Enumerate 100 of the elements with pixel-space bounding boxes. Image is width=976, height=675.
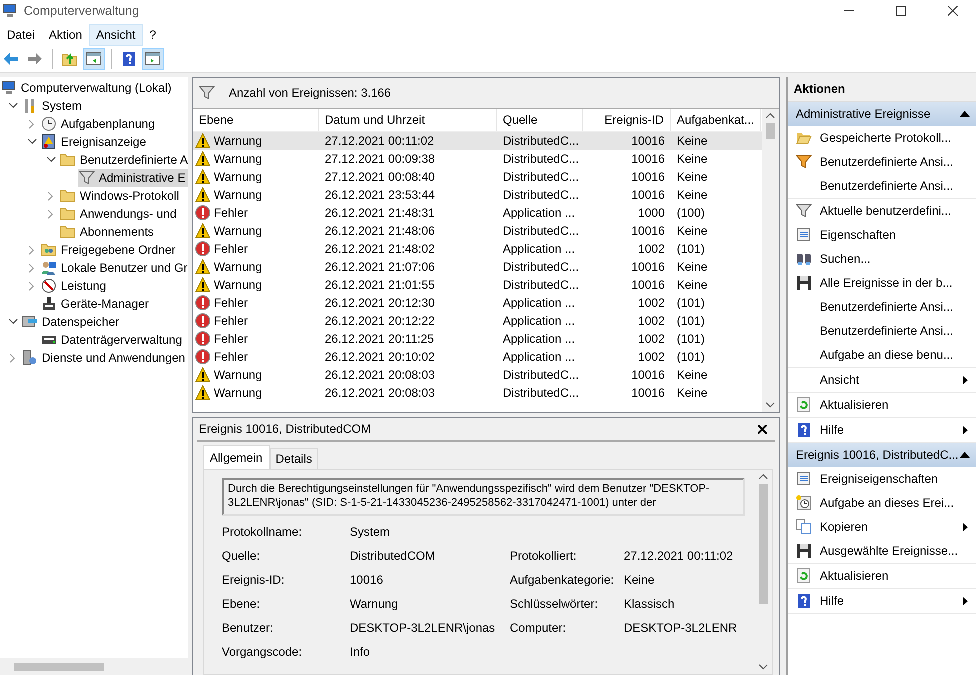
action-item[interactable]: Ausgewählte Ereignisse...: [788, 539, 976, 563]
event-row[interactable]: Warnung 27.12.2021 00:11:02 DistributedC... 10016 Keine: [193, 132, 762, 150]
event-row[interactable]: Warnung 26.12.2021 20:08:03 DistributedC... 10016 Keine: [193, 366, 762, 384]
chevron-right-icon[interactable]: [48, 192, 54, 200]
tree-item[interactable]: System: [21, 97, 86, 115]
event-row[interactable]: Warnung 27.12.2021 00:08:40 DistributedC... 10016 Keine: [193, 168, 762, 186]
event-row[interactable]: Fehler 26.12.2021 21:48:02 Application ... 1002 (101): [193, 240, 762, 258]
tree-item[interactable]: Windows-Protokoll: [59, 187, 182, 205]
menu-item[interactable]: ?: [142, 24, 164, 46]
chevron-right-icon[interactable]: [29, 282, 35, 290]
action-item[interactable]: Alle Ereignisse in der b...: [788, 271, 976, 295]
action-item[interactable]: Benutzerdefinierte Ansi...: [788, 174, 976, 198]
event-row[interactable]: Warnung 27.12.2021 00:09:38 DistributedC... 10016 Keine: [193, 150, 762, 168]
event-row[interactable]: Fehler 26.12.2021 20:12:30 Application ... 1002 (101): [193, 294, 762, 312]
action-item[interactable]: Kopieren: [788, 515, 976, 539]
tree-item[interactable]: Ereignisanzeige: [40, 133, 150, 151]
folder-icon: [60, 188, 76, 204]
pane-button[interactable]: [83, 48, 105, 70]
chevron-right-icon[interactable]: [29, 264, 35, 272]
tree-item[interactable]: Geräte-Manager: [40, 295, 152, 313]
event-row[interactable]: Warnung 26.12.2021 23:53:44 DistributedC... 10016 Keine: [193, 186, 762, 204]
chevron-right-icon[interactable]: [48, 210, 54, 218]
tree-item[interactable]: Anwendungs- und: [59, 205, 180, 223]
action-item[interactable]: Benutzerdefinierte Ansi...: [788, 319, 976, 343]
tree-item[interactable]: Computerverwaltung (Lokal): [0, 79, 175, 97]
section-header[interactable]: Ereignis 10016, DistributedC...: [788, 443, 976, 467]
table-cell: 10016: [632, 152, 665, 166]
chevron-right-icon[interactable]: [10, 354, 16, 362]
event-row[interactable]: Warnung 26.12.2021 21:07:06 DistributedC... 10016 Keine: [193, 258, 762, 276]
action-item[interactable]: Ereigniseigenschaften: [788, 467, 976, 491]
scroll-down-icon[interactable]: [759, 664, 768, 670]
action-item[interactable]: Hilfe: [788, 418, 976, 442]
action-item[interactable]: Suchen...: [788, 247, 976, 271]
action-item[interactable]: Aktualisieren: [788, 393, 976, 417]
tree-item[interactable]: Datenträgerverwaltung: [40, 331, 186, 349]
menu-item[interactable]: Aktion: [42, 24, 90, 46]
tab[interactable]: Details: [270, 448, 318, 469]
scroll-thumb[interactable]: [14, 662, 104, 670]
event-row[interactable]: Fehler 26.12.2021 20:12:22 Application ... 1002 (101): [193, 312, 762, 330]
chevron-down-icon[interactable]: [8, 103, 18, 109]
event-row[interactable]: Warnung 26.12.2021 21:01:55 DistributedC... 10016 Keine: [193, 276, 762, 294]
tree-item[interactable]: Dienste und Anwendungen: [21, 349, 188, 367]
event-row[interactable]: Warnung 26.12.2021 21:48:06 DistributedC... 10016 Keine: [193, 222, 762, 240]
column-header[interactable]: Datum und Uhrzeit: [319, 109, 497, 131]
table-cell: 10016: [632, 386, 665, 400]
chevron-down-icon[interactable]: [28, 139, 36, 145]
collapse-icon[interactable]: [960, 111, 970, 117]
app-icon: [2, 3, 18, 19]
tree-item[interactable]: Aufgabenplanung: [40, 115, 158, 133]
field-value: 10016: [350, 573, 384, 587]
action-item[interactable]: Aufgabe an diese benu...: [788, 343, 976, 367]
tree-item[interactable]: Datenspeicher: [21, 313, 122, 331]
funnel-icon: [199, 85, 215, 101]
event-row[interactable]: Fehler 26.12.2021 20:11:25 Application ... 1002 (101): [193, 330, 762, 348]
action-item[interactable]: Gespeicherte Protokoll...: [788, 126, 976, 150]
vertical-scrollbar[interactable]: [762, 109, 779, 412]
chevron-right-icon[interactable]: [29, 120, 35, 128]
action-item[interactable]: Aktualisieren: [788, 564, 976, 588]
field-label: Schlüsselwörter:: [510, 597, 600, 611]
tree-item[interactable]: Abonnements: [59, 223, 158, 241]
scroll-down-icon[interactable]: [766, 402, 775, 408]
event-row[interactable]: Fehler 26.12.2021 21:48:31 Application ... 1000 (100): [193, 204, 762, 222]
event-row[interactable]: Warnung 26.12.2021 20:08:03 DistributedC... 10016 Keine: [193, 384, 762, 402]
tree-item[interactable]: Lokale Benutzer und Gr: [40, 259, 188, 277]
action-item[interactable]: Aufgabe an dieses Erei...: [788, 491, 976, 515]
table-cell: (101): [677, 314, 706, 328]
tree-item[interactable]: Freigegebene Ordner: [40, 241, 179, 259]
refresh-icon: [796, 397, 812, 413]
tree-item[interactable]: Benutzerdefinierte A: [59, 151, 188, 169]
horizontal-scrollbar[interactable]: [0, 658, 188, 675]
users-icon: [41, 260, 57, 276]
scroll-thumb[interactable]: [759, 484, 768, 604]
field-value: DESKTOP-3L2LENR: [624, 621, 738, 635]
chevron-right-icon[interactable]: [29, 246, 35, 254]
close-icon[interactable]: [758, 424, 767, 434]
menu-item[interactable]: Datei: [0, 24, 42, 46]
column-header[interactable]: Ereignis-ID: [583, 109, 671, 131]
section-header[interactable]: Administrative Ereignisse: [788, 102, 976, 126]
table-cell: Warnung: [214, 386, 262, 400]
scroll-up-icon[interactable]: [766, 113, 775, 119]
menu-item[interactable]: Ansicht: [89, 24, 143, 46]
chevron-down-icon[interactable]: [8, 319, 18, 325]
action-item[interactable]: Ansicht: [788, 368, 976, 392]
tree-item[interactable]: Administrative E: [78, 169, 188, 187]
action-item[interactable]: Aktuelle benutzerdefini...: [788, 199, 976, 223]
tree-item[interactable]: Leistung: [40, 277, 110, 295]
scroll-up-icon[interactable]: [759, 474, 768, 480]
chevron-down-icon[interactable]: [46, 157, 56, 163]
action-item[interactable]: Hilfe: [788, 589, 976, 613]
action-item[interactable]: Benutzerdefinierte Ansi...: [788, 150, 976, 174]
column-header[interactable]: Aufgabenkat...: [671, 109, 761, 131]
column-header[interactable]: Ebene: [193, 109, 319, 131]
action-item[interactable]: Eigenschaften: [788, 223, 976, 247]
tab[interactable]: Allgemein: [203, 445, 270, 469]
event-row[interactable]: Fehler 26.12.2021 20:10:02 Application ... 1002 (101): [193, 348, 762, 366]
scroll-thumb[interactable]: [766, 123, 775, 139]
action-item[interactable]: Benutzerdefinierte Ansi...: [788, 295, 976, 319]
collapse-icon[interactable]: [960, 452, 970, 458]
pane-button[interactable]: [142, 48, 164, 70]
column-header[interactable]: Quelle: [497, 109, 583, 131]
